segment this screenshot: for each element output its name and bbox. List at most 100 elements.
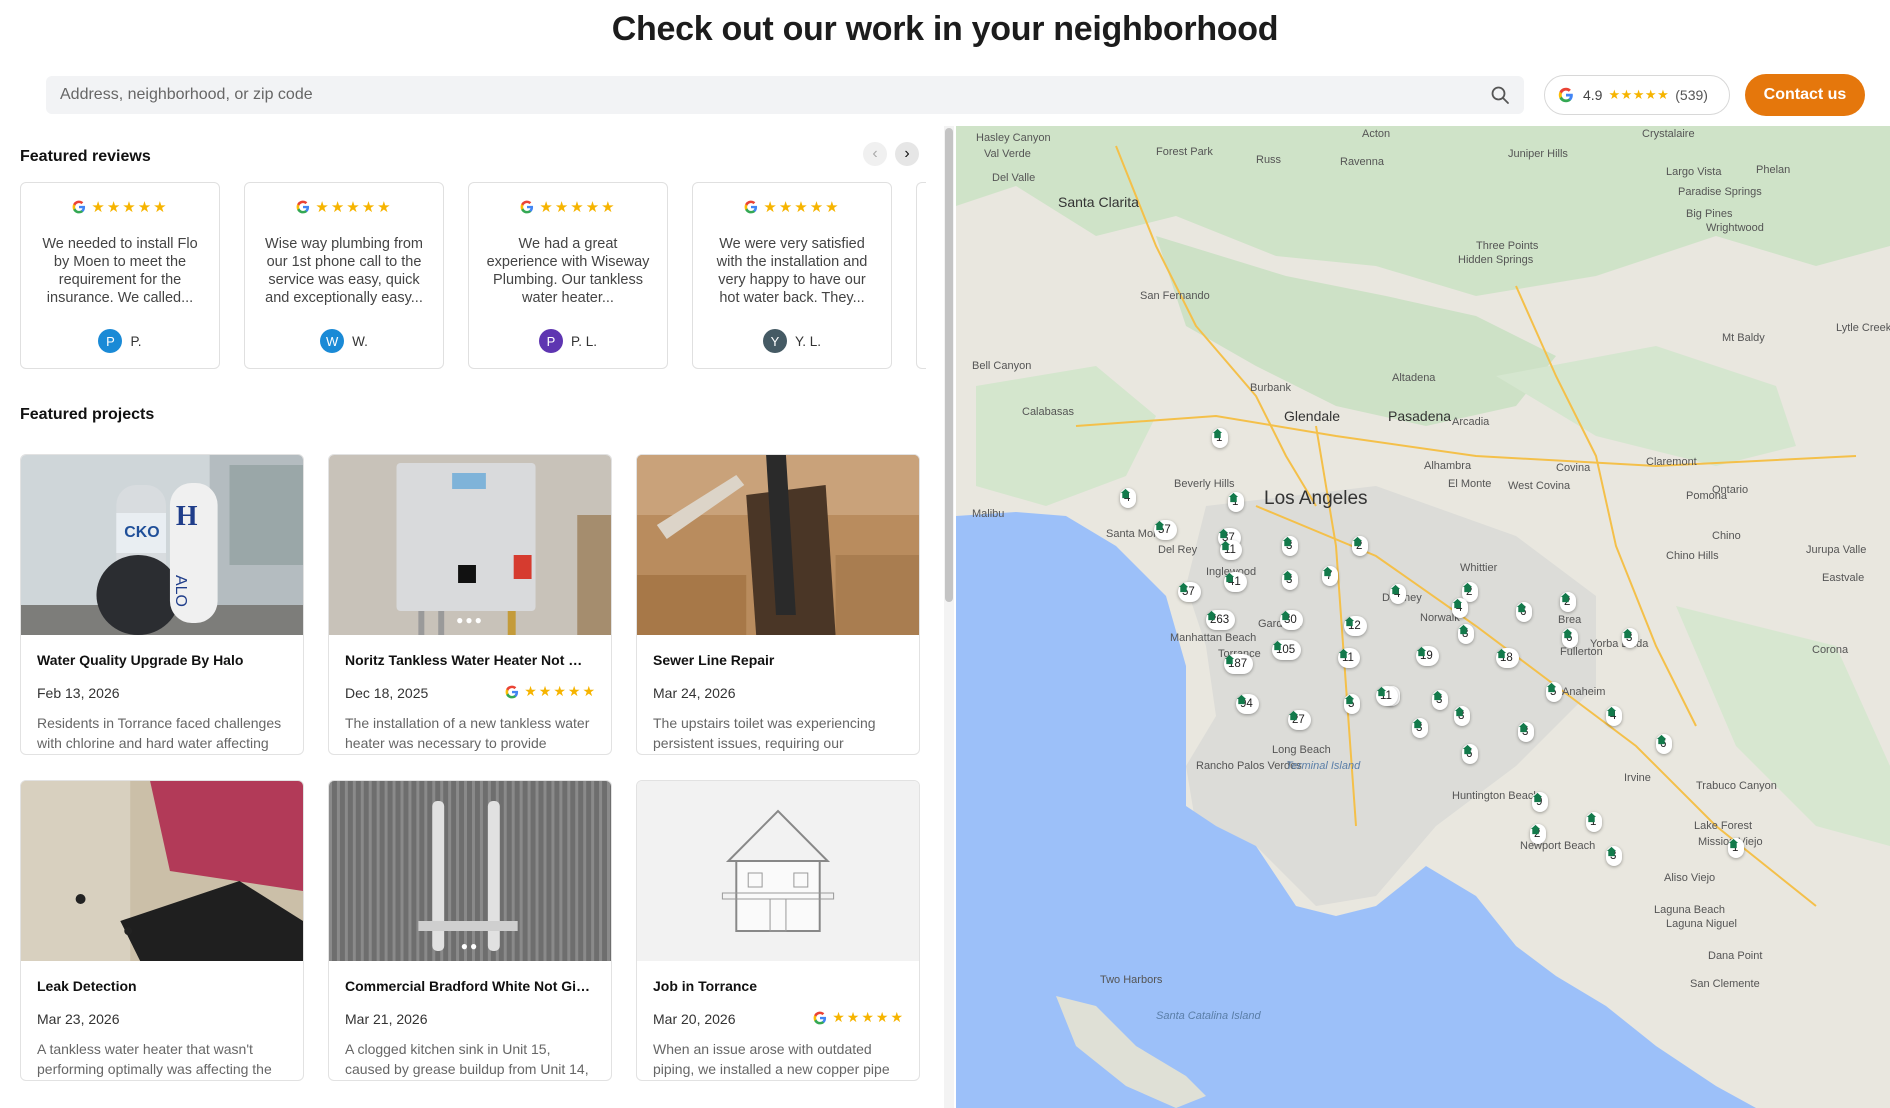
- google-rating-badge[interactable]: 4.9 ★★★★★ (539): [1544, 75, 1730, 115]
- map-project-marker[interactable]: 7: [1322, 566, 1339, 586]
- project-card[interactable]: ●● Commercial Bradford White Not Givin..…: [328, 780, 612, 1081]
- map-project-marker[interactable]: 9: [1532, 792, 1549, 812]
- map-project-marker[interactable]: 30: [1280, 610, 1303, 630]
- map-place-label: Arcadia: [1452, 416, 1490, 428]
- reviewer-name: P.: [130, 333, 142, 349]
- map-project-marker[interactable]: 11: [1338, 648, 1360, 668]
- map-project-marker[interactable]: 11: [1220, 540, 1242, 560]
- map-project-marker[interactable]: 4: [1452, 598, 1469, 618]
- project-title[interactable]: Sewer Line Repair: [653, 652, 903, 668]
- map-project-marker[interactable]: 6: [1462, 744, 1479, 764]
- google-icon: [505, 685, 519, 698]
- map-place-label: Ravenna: [1340, 156, 1385, 168]
- map-place-label: Manhattan Beach: [1170, 632, 1257, 644]
- map-project-marker[interactable]: 4: [1120, 488, 1137, 508]
- map-project-marker[interactable]: 41: [1224, 572, 1247, 592]
- map-project-marker[interactable]: 263: [1206, 610, 1236, 630]
- house-icon: [1282, 536, 1293, 547]
- house-icon: [1212, 428, 1223, 439]
- left-panel-scrollbar[interactable]: [944, 126, 954, 1108]
- map-project-marker[interactable]: 3: [1606, 846, 1623, 866]
- map-project-marker[interactable]: 8: [1458, 624, 1475, 644]
- map-place-label: Three Points: [1476, 240, 1539, 252]
- review-card[interactable]: ★★★★★ We were very satisfied with the in…: [692, 182, 892, 369]
- map-project-marker[interactable]: 4: [1390, 584, 1407, 604]
- map-project-marker[interactable]: 3: [1518, 722, 1535, 742]
- map-project-marker[interactable]: 187: [1224, 654, 1254, 674]
- map-project-marker[interactable]: 1: [1586, 812, 1603, 832]
- map-project-marker[interactable]: 57: [1154, 520, 1177, 540]
- map-project-marker[interactable]: 2: [1530, 824, 1547, 844]
- map-project-marker[interactable]: 94: [1236, 694, 1259, 714]
- map-project-marker[interactable]: 3: [1282, 536, 1299, 556]
- map-place-label: Del Rey: [1158, 544, 1198, 556]
- project-card[interactable]: CKO H ALO Water Quality Upgrade By Halo …: [20, 454, 304, 755]
- carousel-prev-button[interactable]: ‹: [863, 142, 887, 166]
- map-project-marker[interactable]: 8: [1454, 706, 1471, 726]
- project-card[interactable]: ●●● Noritz Tankless Water Heater Not Wor…: [328, 454, 612, 755]
- review-author: P P. L.: [469, 329, 667, 353]
- map-project-marker[interactable]: 2: [1352, 536, 1369, 556]
- service-area-map[interactable]: Hasley Canyon Val Verde Del Valle Forest Pa…: [956, 126, 1890, 1108]
- map-place-label: Paradise Springs: [1678, 186, 1762, 198]
- map-project-marker[interactable]: 6: [1516, 602, 1533, 622]
- project-photo-anode-rods: [329, 781, 611, 961]
- map-project-marker[interactable]: 3: [1412, 718, 1429, 738]
- project-title[interactable]: Water Quality Upgrade By Halo: [37, 652, 287, 668]
- project-card[interactable]: Sewer Line Repair Mar 24, 2026 The upsta…: [636, 454, 920, 755]
- map-project-marker[interactable]: 4: [1606, 706, 1623, 726]
- review-card[interactable]: ★★★★★ Wise way plumbing from our 1st pho…: [244, 182, 444, 369]
- search-bar[interactable]: [46, 76, 1524, 114]
- map-project-marker[interactable]: 6: [1562, 628, 1579, 648]
- map-project-marker[interactable]: 5: [1546, 682, 1563, 702]
- project-card[interactable]: Job in Torrance Mar 20, 2026 ★★★★★ When …: [636, 780, 920, 1081]
- map-project-marker[interactable]: 1: [1728, 838, 1745, 858]
- house-icon: [1220, 540, 1231, 551]
- map-project-marker[interactable]: 57: [1178, 582, 1201, 602]
- map-project-marker[interactable]: 2: [1560, 592, 1577, 612]
- map-place-label: Dana Point: [1708, 950, 1763, 962]
- map-place-label: Big Pines: [1686, 208, 1733, 220]
- map-project-marker[interactable]: 18: [1496, 648, 1519, 668]
- project-title[interactable]: Noritz Tankless Water Heater Not Wor...: [345, 652, 595, 668]
- reviewer-name: W.: [352, 333, 368, 349]
- map-project-marker[interactable]: 19: [1416, 646, 1439, 666]
- map-project-marker[interactable]: 105: [1272, 640, 1302, 660]
- map-place-label: El Monte: [1448, 478, 1492, 490]
- project-photo-tankless-heater: [329, 455, 611, 635]
- review-card[interactable]: ★★★★★ We had a great experience with Wis…: [468, 182, 668, 369]
- house-icon: [1224, 654, 1235, 665]
- map-project-marker[interactable]: 3: [1622, 628, 1639, 648]
- project-photo-house-placeholder: [637, 781, 919, 961]
- project-rating: ★★★★★: [504, 683, 597, 700]
- scrollbar-thumb[interactable]: [945, 128, 953, 602]
- project-stars: ★★★★★: [832, 1009, 905, 1025]
- house-icon: [1280, 610, 1291, 621]
- google-icon: [296, 200, 310, 214]
- project-title[interactable]: Leak Detection: [37, 978, 287, 994]
- map-project-marker[interactable]: 3: [1432, 690, 1449, 710]
- review-rating: ★★★★★: [21, 198, 219, 216]
- map-project-marker[interactable]: 11: [1376, 686, 1398, 706]
- project-title[interactable]: Job in Torrance: [653, 978, 903, 994]
- project-description: Residents in Torrance faced challenges w…: [37, 715, 282, 751]
- map-project-marker[interactable]: 3: [1282, 570, 1299, 590]
- project-card[interactable]: Leak Detection Mar 23, 2026 A tankless w…: [20, 780, 304, 1081]
- search-icon[interactable]: [1490, 85, 1510, 105]
- map-project-marker[interactable]: 6: [1656, 734, 1673, 754]
- map-project-marker[interactable]: 1: [1228, 492, 1245, 512]
- review-text: We had a great experience with Wiseway P…: [486, 236, 650, 306]
- svg-text:H: H: [176, 501, 198, 532]
- contact-us-button[interactable]: Contact us: [1745, 74, 1865, 116]
- svg-text:ALO: ALO: [172, 575, 189, 607]
- search-input[interactable]: [46, 76, 1524, 114]
- project-title[interactable]: Commercial Bradford White Not Givin...: [345, 978, 595, 994]
- carousel-next-button[interactable]: ›: [895, 142, 919, 166]
- map-project-marker[interactable]: 12: [1344, 616, 1367, 636]
- map-project-marker[interactable]: 27: [1288, 710, 1311, 730]
- review-rating: ★★★★★: [469, 198, 667, 216]
- map-project-marker[interactable]: 1: [1212, 428, 1229, 448]
- map-project-marker[interactable]: 5: [1344, 694, 1361, 714]
- review-card[interactable]: ★★★★★ We needed to install Flo by Moen t…: [20, 182, 220, 369]
- project-rating: ★★★★★: [812, 1009, 905, 1026]
